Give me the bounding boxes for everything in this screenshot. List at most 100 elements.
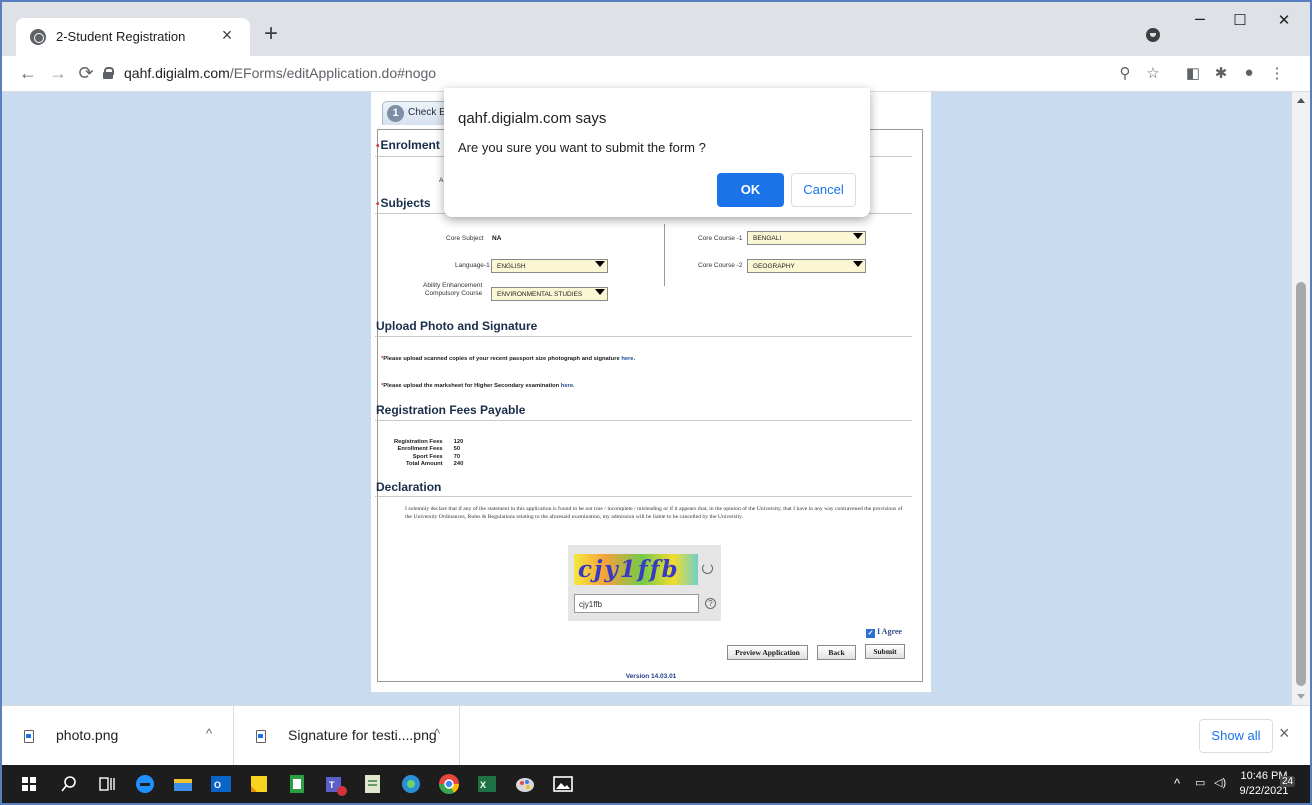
divider: [375, 336, 912, 337]
chevron-down-icon: [595, 289, 605, 297]
notification-center-icon[interactable]: 24: [1280, 776, 1296, 787]
enrolment-section-title: •Enrolment I: [376, 138, 447, 152]
captcha-input[interactable]: cjy1ffb: [574, 594, 699, 613]
maximize-button[interactable]: ☐: [1220, 11, 1260, 29]
reload-icon[interactable]: ⟳: [74, 63, 98, 84]
upload-photo-note: *Please upload scanned copies of your re…: [381, 356, 636, 362]
upload-photo-link[interactable]: here.: [621, 356, 635, 362]
menu-kebab-icon[interactable]: ⋮: [1266, 64, 1288, 82]
help-icon[interactable]: ?: [705, 598, 716, 609]
profile-indicator-icon[interactable]: [1146, 28, 1160, 42]
windows-start-icon[interactable]: [16, 771, 42, 797]
subjects-section-title: •Subjects: [376, 196, 431, 210]
search-icon[interactable]: [56, 771, 82, 797]
declaration-text: I solemnly declare that if any of the st…: [405, 506, 903, 521]
back-arrow-icon[interactable]: ←: [16, 63, 40, 84]
aec-select[interactable]: ENVIRONMENTAL STUDIES: [491, 287, 608, 301]
chevron-up-icon[interactable]: ^: [1174, 776, 1180, 791]
language-label: Language-1: [455, 262, 490, 269]
submit-button[interactable]: Submit: [865, 644, 905, 659]
tab-strip: 2-Student Registration × + – ☐ ✕: [2, 2, 1310, 56]
scroll-thumb[interactable]: [1296, 282, 1306, 686]
core-subject-label: Core Subject: [446, 235, 484, 242]
back-button[interactable]: Back: [817, 645, 856, 660]
window-close-button[interactable]: ✕: [1264, 11, 1304, 29]
captcha-image: cjy1ffb: [574, 554, 698, 585]
new-tab-button[interactable]: +: [258, 22, 284, 46]
excel-icon[interactable]: X: [474, 771, 500, 797]
browser-toolbar: ← → ⟳ qahf.digialm.com/EForms/editApplic…: [2, 56, 1310, 92]
battery-icon[interactable]: ▭: [1195, 776, 1205, 789]
address-bar[interactable]: qahf.digialm.com/EForms/editApplication.…: [124, 65, 436, 81]
upload-marksheet-link[interactable]: here.: [561, 383, 575, 389]
edge-browser-icon[interactable]: [132, 771, 158, 797]
confirm-dialog: qahf.digialm.com says Are you sure you w…: [444, 88, 870, 217]
core-course2-label: Core Course -2: [698, 262, 743, 269]
notepad-icon[interactable]: [360, 771, 386, 797]
url-path: /EForms/editApplication.do#nogo: [229, 65, 437, 81]
paint-icon[interactable]: [512, 771, 538, 797]
step-tab[interactable]: 1 Check E: [382, 101, 452, 125]
forward-arrow-icon[interactable]: →: [46, 63, 70, 84]
agree-checkbox[interactable]: ✓ I Agree: [866, 627, 902, 638]
scroll-down-icon[interactable]: [1297, 694, 1305, 699]
core-subject-value: NA: [492, 235, 502, 242]
core-course1-select[interactable]: BENGALI: [747, 231, 866, 245]
spreadsheet-icon[interactable]: [284, 771, 310, 797]
task-view-icon[interactable]: [94, 771, 120, 797]
browser-tab[interactable]: 2-Student Registration ×: [16, 18, 250, 56]
chrome-icon[interactable]: [436, 771, 462, 797]
chevron-down-icon: [595, 261, 605, 269]
divider: [375, 420, 912, 421]
language-select[interactable]: ENGLISH: [491, 259, 608, 273]
lock-icon[interactable]: [103, 67, 114, 79]
chevron-up-icon[interactable]: ^: [206, 726, 212, 741]
bookmark-star-icon[interactable]: ☆: [1142, 64, 1164, 82]
preview-application-button[interactable]: Preview Application: [727, 645, 808, 660]
chevron-up-icon[interactable]: ^: [434, 726, 440, 741]
image-file-icon: [256, 730, 266, 743]
image-file-icon: [24, 730, 34, 743]
chevron-down-icon: [853, 233, 863, 241]
core-course2-select[interactable]: GEOGRAPHY: [747, 259, 866, 273]
upload-marksheet-note: *Please upload the marksheet for Higher …: [381, 383, 575, 389]
vertical-scrollbar[interactable]: [1292, 92, 1310, 705]
teams-icon[interactable]: T: [322, 771, 348, 797]
dialog-title: qahf.digialm.com says: [458, 110, 607, 127]
chevron-down-icon: [853, 261, 863, 269]
account-icon[interactable]: ●: [1238, 64, 1260, 81]
column-divider: [664, 224, 665, 286]
extension-icon[interactable]: ◧: [1182, 64, 1204, 82]
fee-row: Registration Fees 120: [394, 439, 464, 445]
downloads-close-button[interactable]: ×: [1279, 723, 1290, 744]
captcha-box: cjy1ffb cjy1ffb ?: [568, 545, 721, 621]
enrolment-field-label: A: [439, 177, 444, 184]
puzzle-icon[interactable]: ✱: [1210, 64, 1232, 82]
zoom-icon[interactable]: ⚲: [1114, 64, 1136, 82]
core-course1-label: Core Course -1: [698, 235, 743, 242]
app-globe-icon[interactable]: [398, 771, 424, 797]
download-item[interactable]: photo.png ^: [2, 706, 234, 766]
volume-icon[interactable]: ◁): [1214, 776, 1226, 789]
minimize-button[interactable]: –: [1180, 8, 1220, 29]
url-domain: qahf.digialm.com: [124, 65, 230, 81]
tab-close-button[interactable]: ×: [216, 25, 238, 46]
svg-text:O: O: [214, 780, 221, 790]
download-item[interactable]: Signature for testi....png ^: [234, 706, 460, 766]
outlook-icon[interactable]: O: [208, 771, 234, 797]
taskbar: O T X ^ ▭ ◁) 10:46 PM 9/22/2021 24: [2, 765, 1310, 803]
file-explorer-icon[interactable]: [170, 771, 196, 797]
scroll-up-icon[interactable]: [1297, 98, 1305, 103]
show-all-button[interactable]: Show all: [1199, 719, 1273, 753]
svg-text:T: T: [329, 780, 335, 790]
ok-button[interactable]: OK: [717, 173, 784, 207]
sticky-notes-icon[interactable]: [246, 771, 272, 797]
aec-label: Ability Enhancement Compulsory Course: [423, 282, 483, 297]
refresh-icon[interactable]: [702, 563, 713, 574]
fee-row: Total Amount 240: [405, 460, 464, 467]
tab-title: 2-Student Registration: [56, 29, 186, 44]
photos-icon[interactable]: [550, 771, 576, 797]
downloads-bar: photo.png ^ Signature for testi....png ^…: [2, 705, 1310, 766]
cancel-button[interactable]: Cancel: [791, 173, 856, 207]
step-number: 1: [387, 105, 404, 122]
